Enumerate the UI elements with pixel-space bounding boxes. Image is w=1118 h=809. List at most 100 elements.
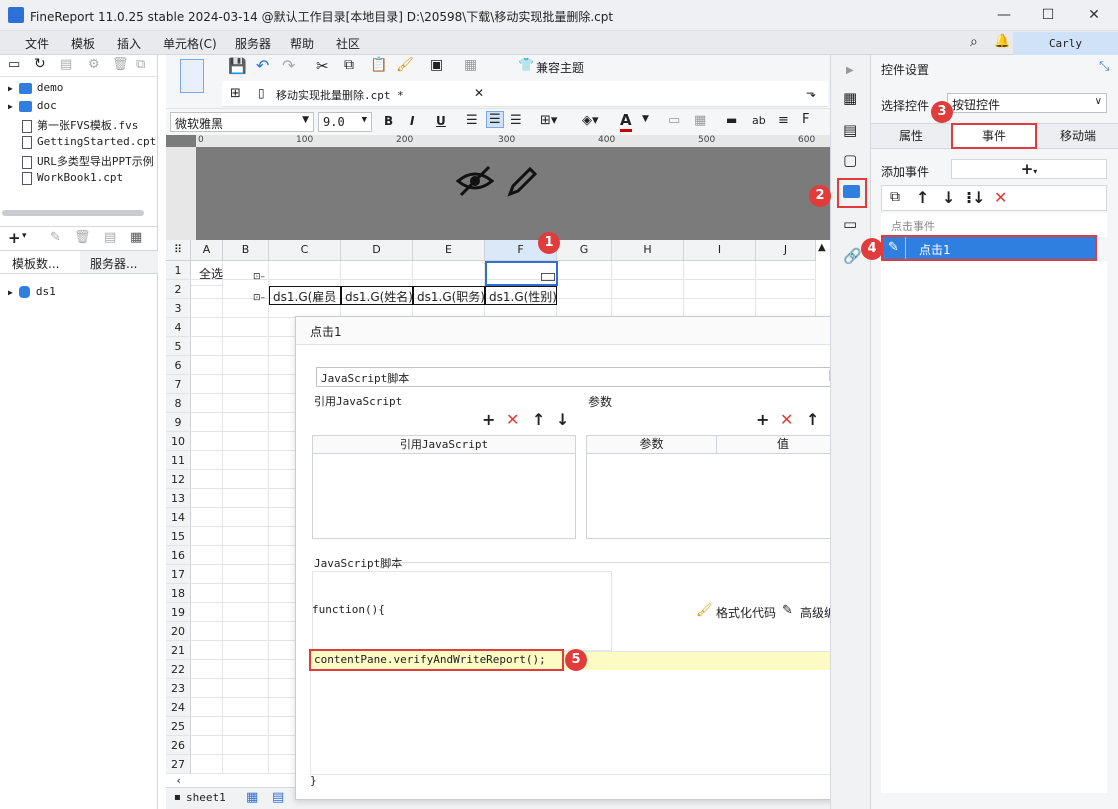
event-item[interactable]: ✎ 点击1 [881,235,1097,261]
grid-cell[interactable] [191,622,223,641]
grid-cell[interactable] [223,546,269,565]
grid-cell[interactable] [191,337,223,356]
preview-icon[interactable]: ▣ [430,57,443,73]
undo-icon[interactable]: ↶ [256,56,269,75]
row-header[interactable]: 26 [166,736,191,755]
grid-cell[interactable] [191,584,223,603]
row-header[interactable]: 4 [166,318,191,337]
fill-color-icon[interactable]: ◈▾ [582,113,599,128]
row-header[interactable]: 23 [166,679,191,698]
grid-cell[interactable] [223,451,269,470]
row-header[interactable]: 10 [166,432,191,451]
grid-cell[interactable] [223,337,269,356]
add-event-button[interactable]: +▾ [951,159,1107,179]
sort-icon[interactable]: ⁝↓ [966,190,985,206]
row-header[interactable]: 21 [166,641,191,660]
grid-cell[interactable] [223,470,269,489]
edit-icon[interactable]: ✎ [50,230,61,245]
column-header[interactable]: E [413,240,485,261]
grid-cell[interactable] [612,261,684,280]
move-up-icon[interactable]: ↑ [532,412,545,428]
copy-icon[interactable]: ⧉ [344,57,354,73]
delete-icon[interactable]: ✕ [506,412,519,428]
tab-properties[interactable]: 属性 [871,124,951,148]
tab-template-data[interactable]: 模板数... [0,251,80,273]
grid-cell[interactable] [191,736,223,755]
grid-cell[interactable] [223,489,269,508]
tab-menu-icon[interactable]: ⬎ [806,86,816,100]
row-header[interactable]: 24 [166,698,191,717]
grid-cell[interactable] [191,470,223,489]
row-header[interactable]: 17 [166,565,191,584]
font-select[interactable]: 微软雅黑 ▼ [170,112,314,132]
grid-cell[interactable] [223,679,269,698]
tab-mobile[interactable]: 移动端 [1037,124,1118,148]
font-color-icon[interactable]: A [620,111,632,132]
scroll-left-icon[interactable]: ‹ [166,774,294,787]
settings-icon[interactable]: ⚙ [88,57,100,72]
move-down-icon[interactable]: ↓ [556,412,569,428]
grid-cell[interactable] [223,318,269,337]
border-icon[interactable]: ⊞▾ [540,113,557,128]
paste-icon[interactable]: 📋 [370,57,387,73]
column-header[interactable]: H [612,240,684,261]
formula-icon[interactable]: F [802,112,809,127]
preview-icon[interactable]: ▤ [104,230,116,245]
column-header[interactable]: G [557,240,612,261]
grid-cell[interactable] [269,261,341,280]
row-header[interactable]: 15 [166,527,191,546]
theme-button[interactable]: 兼容主题 [536,59,584,76]
add-report-icon[interactable]: ▤ [272,790,284,805]
menu-server[interactable]: 服务器 [235,35,271,52]
grid-cell[interactable] [191,394,223,413]
merge-icon[interactable]: ▭ [668,113,680,128]
grid-cell[interactable] [191,432,223,451]
row-header[interactable]: 9 [166,413,191,432]
close-button[interactable]: ✕ [1084,6,1104,24]
chevron-down-icon[interactable]: ▼ [642,114,649,124]
row-header[interactable]: 8 [166,394,191,413]
tree-item-demo[interactable]: ▶ demo [8,81,63,94]
grid-cell[interactable] [684,261,756,280]
grid-cell[interactable] [191,413,223,432]
grid-cell[interactable] [191,717,223,736]
corner-cell[interactable]: ⠿ [166,240,191,261]
row-header[interactable]: 18 [166,584,191,603]
cell-c2[interactable]: ds1.G(雇员 [269,286,341,305]
menu-community[interactable]: 社区 [336,35,360,52]
column-header[interactable]: I [684,240,756,261]
cut-icon[interactable]: ✂ [316,57,329,75]
grid-cell[interactable] [223,527,269,546]
grid-cell[interactable] [413,261,485,280]
cell-f2[interactable]: ds1.G(性别) [485,286,557,305]
grid-cell[interactable] [191,451,223,470]
script-type-select[interactable]: JavaScript脚本 ∨ [316,367,846,387]
grid-cell[interactable] [191,603,223,622]
grid-cell[interactable] [684,280,756,299]
grid-cell[interactable] [191,318,223,337]
grid-cell[interactable] [223,736,269,755]
new-folder-icon[interactable]: ▭ [8,57,20,72]
expand-icon[interactable]: ▶ [846,65,854,76]
text-icon[interactable]: ab [752,114,766,127]
redo-icon[interactable]: ↷ [282,56,295,75]
grid-cell[interactable] [223,565,269,584]
data-icon[interactable]: ▦ [130,230,142,245]
row-header[interactable]: 25 [166,717,191,736]
italic-icon[interactable]: I [410,114,414,128]
close-tab-icon[interactable]: ✕ [474,86,484,100]
delete-icon[interactable]: 🗑 [74,230,91,245]
grid-cell[interactable] [191,660,223,679]
hyperlink-icon[interactable]: 🔗 [843,247,862,265]
grid-cell[interactable] [191,356,223,375]
column-header[interactable]: B [223,240,269,261]
dock-icon[interactable]: ⤡ [1099,59,1109,74]
scroll-up-icon[interactable]: ▲ [818,242,826,253]
row-header[interactable]: 16 [166,546,191,565]
unmerge-icon[interactable]: ▦ [694,113,706,128]
move-down-icon[interactable]: ↓ [942,190,955,206]
tree-item-file[interactable]: WorkBook1.cpt [22,171,123,185]
grid-cell[interactable] [223,698,269,717]
grid-cell[interactable] [223,413,269,432]
grid-cell[interactable] [191,375,223,394]
